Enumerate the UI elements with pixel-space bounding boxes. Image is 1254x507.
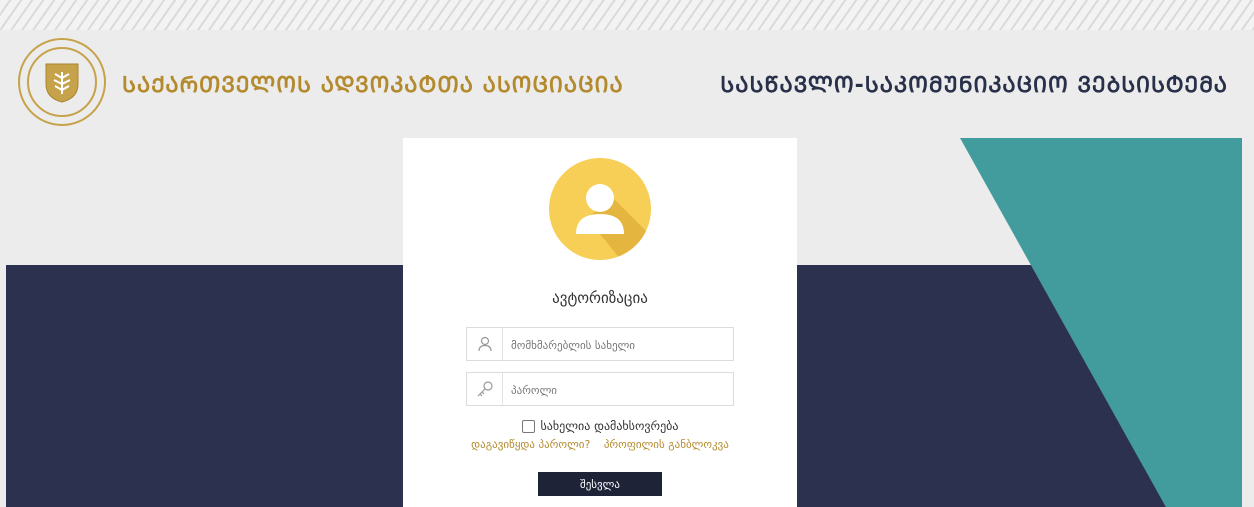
login-links: დაგავიწყდა პაროლი? პროფილის განბლოკვა bbox=[403, 438, 797, 451]
username-field bbox=[466, 327, 734, 362]
profile-restore-link[interactable]: პროფილის განბლოკვა bbox=[604, 438, 729, 451]
username-input[interactable] bbox=[509, 328, 731, 362]
site-header: ᲡᲐᲥᲐᲠᲗᲕᲔᲚᲝᲡ ᲐᲓᲕᲝᲙᲐᲢᲗᲐ ᲐᲡᲝᲪᲘᲐᲪᲘᲐ ᲡᲐᲡᲬᲐᲕᲚᲝ… bbox=[0, 0, 1254, 135]
key-icon bbox=[467, 373, 503, 405]
system-title: ᲡᲐᲡᲬᲐᲕᲚᲝ-ᲡᲐᲙᲝᲛᲣᲜᲘᲙᲐᲪᲘᲝ ᲕᲔᲑᲡᲘᲡᲢᲔᲛᲐ bbox=[720, 73, 1228, 98]
user-icon bbox=[467, 328, 503, 360]
association-logo bbox=[18, 38, 106, 126]
remember-label: სახელია დამახსოვრება bbox=[540, 419, 679, 433]
login-heading: ავტორიზაცია bbox=[552, 289, 648, 307]
remember-me[interactable]: სახელია დამახსოვრება bbox=[403, 419, 797, 433]
remember-checkbox[interactable] bbox=[521, 419, 535, 433]
password-field bbox=[466, 372, 734, 407]
avatar-icon bbox=[549, 158, 651, 260]
login-card: ავტორიზაცია სახელია დამახსოვრება დაგავიწ… bbox=[403, 138, 797, 507]
organization-title: ᲡᲐᲥᲐᲠᲗᲕᲔᲚᲝᲡ ᲐᲓᲕᲝᲙᲐᲢᲗᲐ ᲐᲡᲝᲪᲘᲐᲪᲘᲐ bbox=[122, 73, 624, 98]
forgot-password-link[interactable]: დაგავიწყდა პაროლი? bbox=[471, 438, 590, 451]
association-emblem-icon bbox=[27, 47, 97, 117]
password-input[interactable] bbox=[509, 373, 731, 407]
login-button[interactable]: შესვლა bbox=[538, 472, 662, 496]
